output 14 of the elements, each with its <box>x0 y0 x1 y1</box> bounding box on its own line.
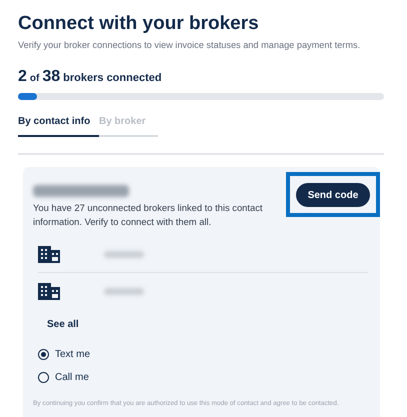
see-all-link[interactable]: See all <box>47 317 79 332</box>
contact-method-radio[interactable]: Call me <box>38 370 89 386</box>
tab[interactable]: By contact info <box>18 114 99 137</box>
connected-count: 2 <box>18 66 27 87</box>
progress-label: brokers connected <box>63 70 162 86</box>
page-subtitle: Verify your broker connections to view invoice statuses and manage payment terms. <box>18 38 360 52</box>
contact-method-radio[interactable]: Text me <box>38 347 90 362</box>
total-count: 38 <box>42 66 60 87</box>
building-icon <box>38 282 60 300</box>
send-code-button[interactable]: Send code <box>296 183 370 208</box>
page-title: Connect with your brokers <box>18 12 260 36</box>
of-label: of <box>30 72 40 86</box>
contact-message: You have 27 unconnected brokers linked to this contact information. Verify to connect with them all. <box>33 201 264 230</box>
building-icon <box>38 246 60 264</box>
